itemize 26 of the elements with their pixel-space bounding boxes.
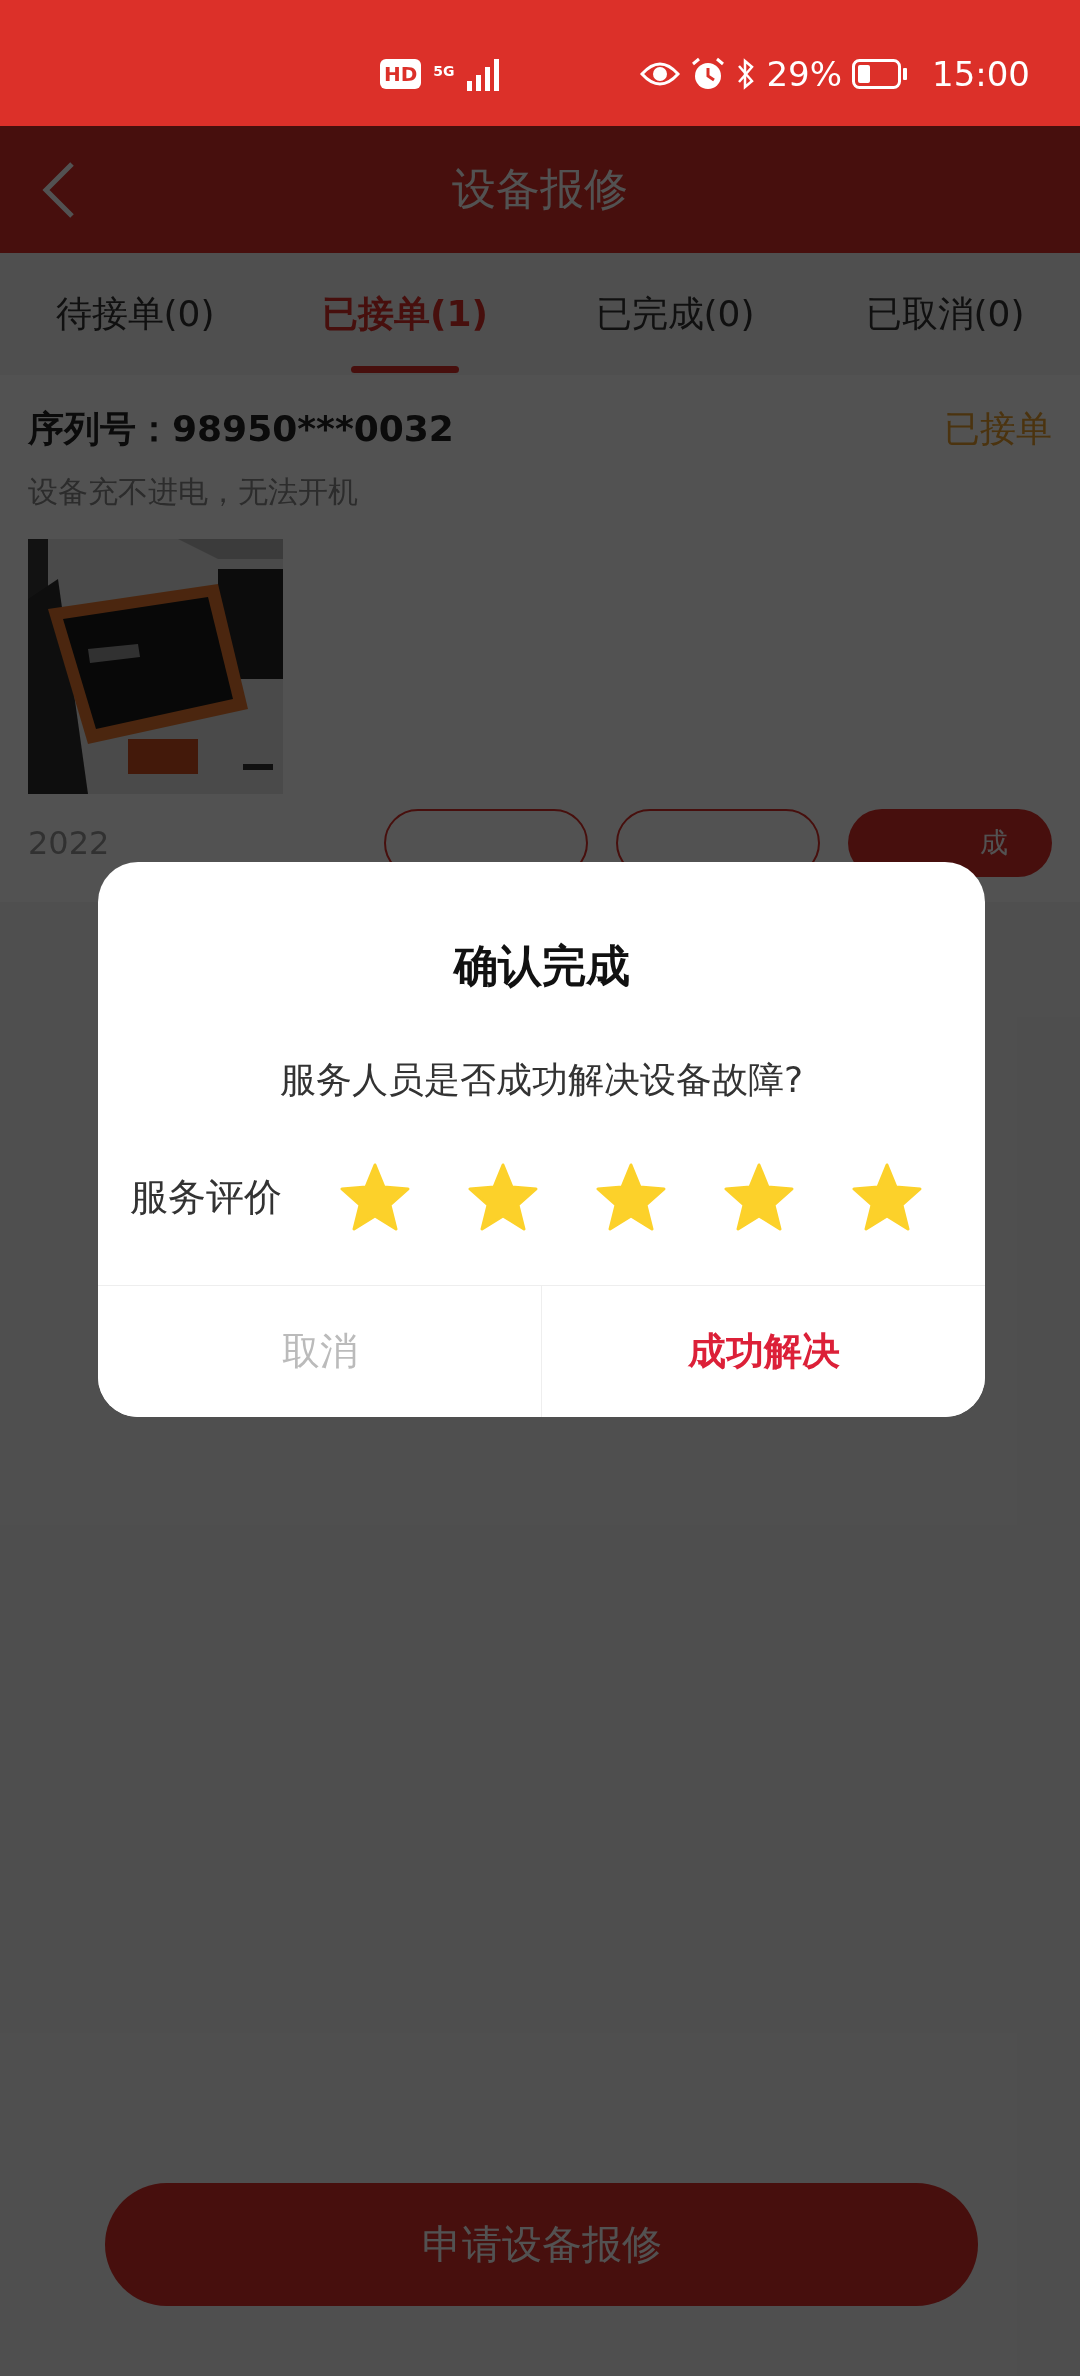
- star-icon[interactable]: [340, 1163, 410, 1231]
- star-icon[interactable]: [852, 1163, 922, 1231]
- back-icon[interactable]: [40, 160, 76, 220]
- tab[interactable]: 已完成(0): [540, 253, 810, 375]
- eye-icon: [640, 60, 681, 88]
- order-status: 已接单: [944, 407, 1052, 451]
- battery-percent: 29%: [766, 54, 842, 94]
- tab[interactable]: 已取消(0): [810, 253, 1080, 375]
- star-icon[interactable]: [724, 1163, 794, 1231]
- hd-badge: HD: [380, 59, 422, 89]
- battery-icon: [852, 59, 908, 89]
- tab[interactable]: 已接单(1): [270, 253, 540, 375]
- network-type: 5G: [433, 63, 455, 79]
- alarm-icon: [690, 56, 727, 92]
- apply-repair-button[interactable]: 申请设备报修: [105, 2183, 978, 2306]
- rating-label: 服务评价: [130, 1173, 282, 1221]
- dialog-title: 确认完成: [452, 939, 631, 993]
- star-icon[interactable]: [468, 1163, 538, 1231]
- page-title: 设备报修: [452, 162, 628, 216]
- serial-number: 序列号：98950***0032: [28, 407, 454, 451]
- star-rating[interactable]: [340, 1163, 922, 1231]
- star-icon[interactable]: [596, 1163, 666, 1231]
- clock-time: 15:00: [932, 54, 1030, 94]
- confirm-button[interactable]: 成功解决: [541, 1286, 985, 1417]
- dialog-question: 服务人员是否成功解决设备故障?: [278, 1058, 805, 1102]
- tab[interactable]: 待接单(0): [0, 253, 270, 375]
